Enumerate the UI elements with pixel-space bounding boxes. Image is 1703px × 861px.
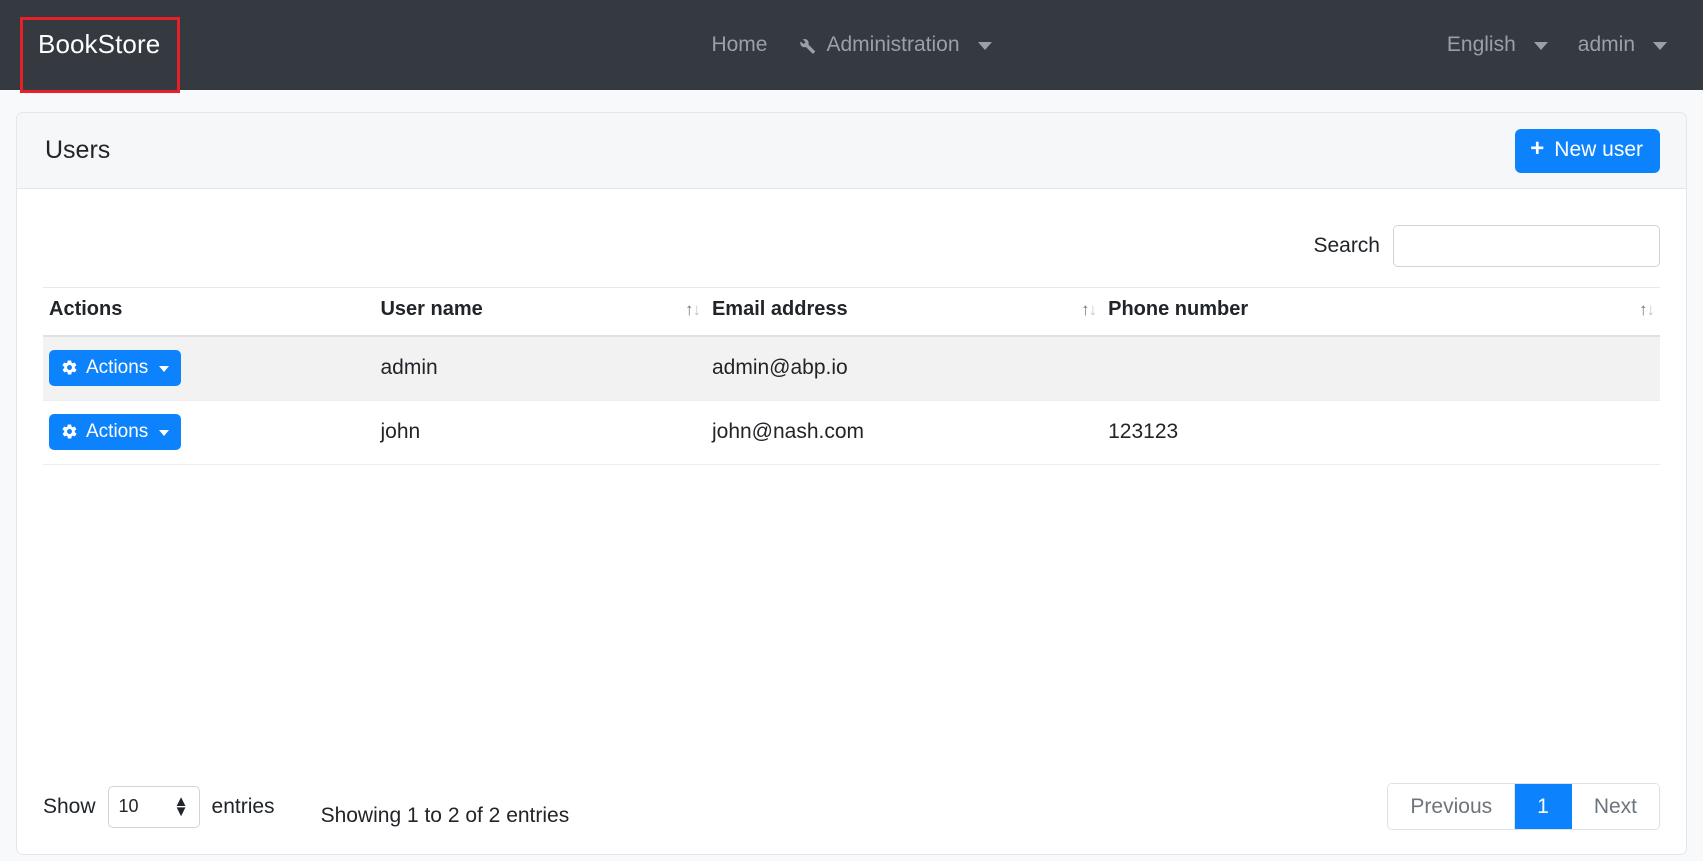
users-card: Users + New user Search Actions User nam… — [16, 112, 1687, 855]
nav-link-home-label: Home — [711, 33, 768, 56]
column-header-phone-number[interactable]: Phone number ↑↓ — [1102, 287, 1660, 337]
sort-updown-icon[interactable]: ↑↓ — [685, 301, 701, 321]
sort-updown-icon[interactable]: ↑↓ — [1639, 301, 1655, 321]
column-header-user-name[interactable]: User name ↑↓ — [374, 287, 706, 337]
column-header-email-address-label: Email address — [711, 298, 848, 320]
navbar-right-links: English admin — [1447, 33, 1685, 57]
cell-actions: Actions — [43, 336, 375, 401]
top-navbar: BookStore Home Administration English ad… — [0, 0, 1703, 93]
pagination: Previous 1 Next — [1387, 783, 1660, 830]
column-header-actions-label: Actions — [49, 298, 123, 320]
page-length-select[interactable]: 10 ▲ ▼ — [107, 785, 200, 828]
table-row: Actions admin admin@abp.io — [43, 336, 1660, 401]
entries-label: entries — [211, 794, 275, 818]
users-table-body: Actions admin admin@abp.io Actions john … — [43, 336, 1660, 465]
plus-icon: + — [1530, 134, 1545, 162]
cell-actions: Actions — [43, 400, 375, 465]
users-card-header: Users + New user — [17, 113, 1686, 189]
column-header-phone-number-label: Phone number — [1108, 298, 1249, 320]
new-user-button-label: New user — [1554, 138, 1643, 161]
wrench-icon — [795, 34, 817, 56]
nav-link-administration[interactable]: Administration — [795, 33, 992, 57]
search-row: Search — [43, 189, 1660, 287]
table-info: Showing 1 to 2 of 2 entries — [320, 803, 570, 827]
column-header-actions: Actions — [43, 287, 375, 337]
page-length-group: Show 10 ▲ ▼ entries — [43, 785, 275, 828]
pagination-previous[interactable]: Previous — [1388, 784, 1516, 829]
chevron-down-icon — [159, 365, 170, 372]
nav-link-administration-label: Administration — [826, 33, 960, 56]
user-menu-label: admin — [1577, 33, 1635, 56]
cell-phone-number: 123123 — [1102, 400, 1660, 465]
gear-icon — [61, 359, 78, 376]
brand-bookstore[interactable]: BookStore — [18, 15, 180, 75]
row-actions-button[interactable]: Actions — [49, 350, 182, 387]
nav-link-home[interactable]: Home — [711, 33, 767, 57]
new-user-button[interactable]: + New user — [1515, 128, 1660, 173]
cell-user-name: john — [374, 400, 706, 465]
stepper-icon: ▲ ▼ — [173, 793, 189, 820]
show-label: Show — [43, 794, 96, 818]
cell-email-address: john@nash.com — [705, 400, 1103, 465]
user-menu-dropdown[interactable]: admin — [1578, 33, 1667, 57]
search-label: Search — [1313, 234, 1380, 257]
sort-updown-icon[interactable]: ↑↓ — [1081, 301, 1097, 321]
search-input[interactable] — [1393, 225, 1660, 267]
page-length-value: 10 — [118, 796, 139, 816]
column-header-user-name-label: User name — [380, 298, 483, 320]
chevron-down-icon — [1533, 42, 1548, 50]
users-table: Actions User name ↑↓ Email address ↑↓ Ph… — [43, 287, 1660, 465]
column-header-email-address[interactable]: Email address ↑↓ — [705, 287, 1103, 337]
pagination-next[interactable]: Next — [1571, 784, 1659, 829]
table-footer: Show 10 ▲ ▼ entries Showing 1 to 2 of 2 e… — [43, 783, 1660, 830]
chevron-down-icon — [159, 429, 170, 436]
brand-container: BookStore — [18, 15, 180, 93]
language-dropdown[interactable]: English — [1447, 33, 1548, 57]
page-title: Users — [45, 136, 111, 164]
pagination-page-1[interactable]: 1 — [1515, 784, 1572, 829]
gear-icon — [61, 423, 78, 440]
cell-email-address: admin@abp.io — [705, 336, 1103, 401]
row-actions-label: Actions — [86, 421, 149, 442]
row-actions-label: Actions — [86, 357, 149, 379]
language-label: English — [1446, 33, 1516, 56]
page-root: BookStore Home Administration English ad… — [0, 0, 1703, 861]
cell-phone-number — [1102, 336, 1660, 401]
users-table-head: Actions User name ↑↓ Email address ↑↓ Ph… — [43, 287, 1660, 337]
table-header-row: Actions User name ↑↓ Email address ↑↓ Ph… — [43, 287, 1660, 337]
table-row: Actions john john@nash.com 123123 — [43, 400, 1660, 465]
row-actions-button[interactable]: Actions — [49, 414, 182, 450]
users-card-body: Search Actions User name ↑↓ Email addres… — [17, 189, 1686, 854]
cell-user-name: admin — [374, 336, 706, 401]
chevron-down-icon — [977, 42, 992, 50]
chevron-down-icon — [1653, 42, 1667, 50]
